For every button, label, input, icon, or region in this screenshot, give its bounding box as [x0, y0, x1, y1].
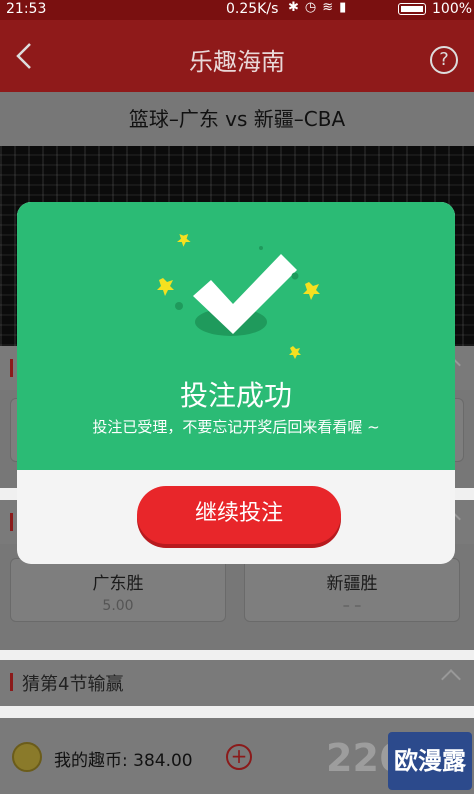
section-header-q4[interactable]: 猜第4节输赢 [0, 660, 474, 706]
dialog-header: 投注成功 投注已受理，不要忘记开奖后回来看看喔 ~ [17, 202, 455, 470]
match-title: 篮球–广东 vs 新疆–CBA [0, 92, 474, 146]
option-name: 广东胜 [92, 574, 144, 594]
page-title: 乐趣海南 [189, 48, 285, 76]
app-header: 乐趣海南 ? [0, 20, 474, 92]
coins-balance: 我的趣币: 384.00 [54, 751, 193, 771]
status-icons: ✱◷≋▮ [288, 0, 353, 15]
battery-icon [398, 3, 426, 15]
battery-percent: 100% [432, 1, 473, 17]
section-title: 猜第4节输赢 [22, 674, 124, 695]
add-coins-button[interactable]: + [226, 744, 252, 770]
continue-betting-button[interactable]: 继续投注 [137, 486, 341, 544]
chevron-up-icon [441, 669, 461, 689]
option-card-guangdong[interactable]: 广东胜 5.00 [10, 558, 226, 622]
option-odds: – – [342, 598, 362, 614]
success-check-icon [157, 234, 320, 359]
coin-icon [12, 742, 42, 772]
status-time: 21:53 [6, 1, 47, 17]
network-speed: 0.25K/s [226, 1, 279, 17]
option-odds: 5.00 [102, 598, 134, 614]
option-name: 新疆胜 [326, 574, 378, 594]
option-card-xinjiang[interactable]: 新疆胜 – – [244, 558, 460, 622]
watermark-logo: 欧漫露 [388, 732, 472, 790]
success-dialog: 投注成功 投注已受理，不要忘记开奖后回来看看喔 ~ 继续投注 [17, 202, 455, 564]
dialog-subtitle: 投注已受理，不要忘记开奖后回来看看喔 ~ [92, 418, 380, 436]
dialog-title: 投注成功 [179, 379, 292, 412]
status-bar: 21:53 0.25K/s ✱◷≋▮ 100% [0, 0, 474, 20]
help-icon[interactable]: ? [430, 46, 458, 74]
